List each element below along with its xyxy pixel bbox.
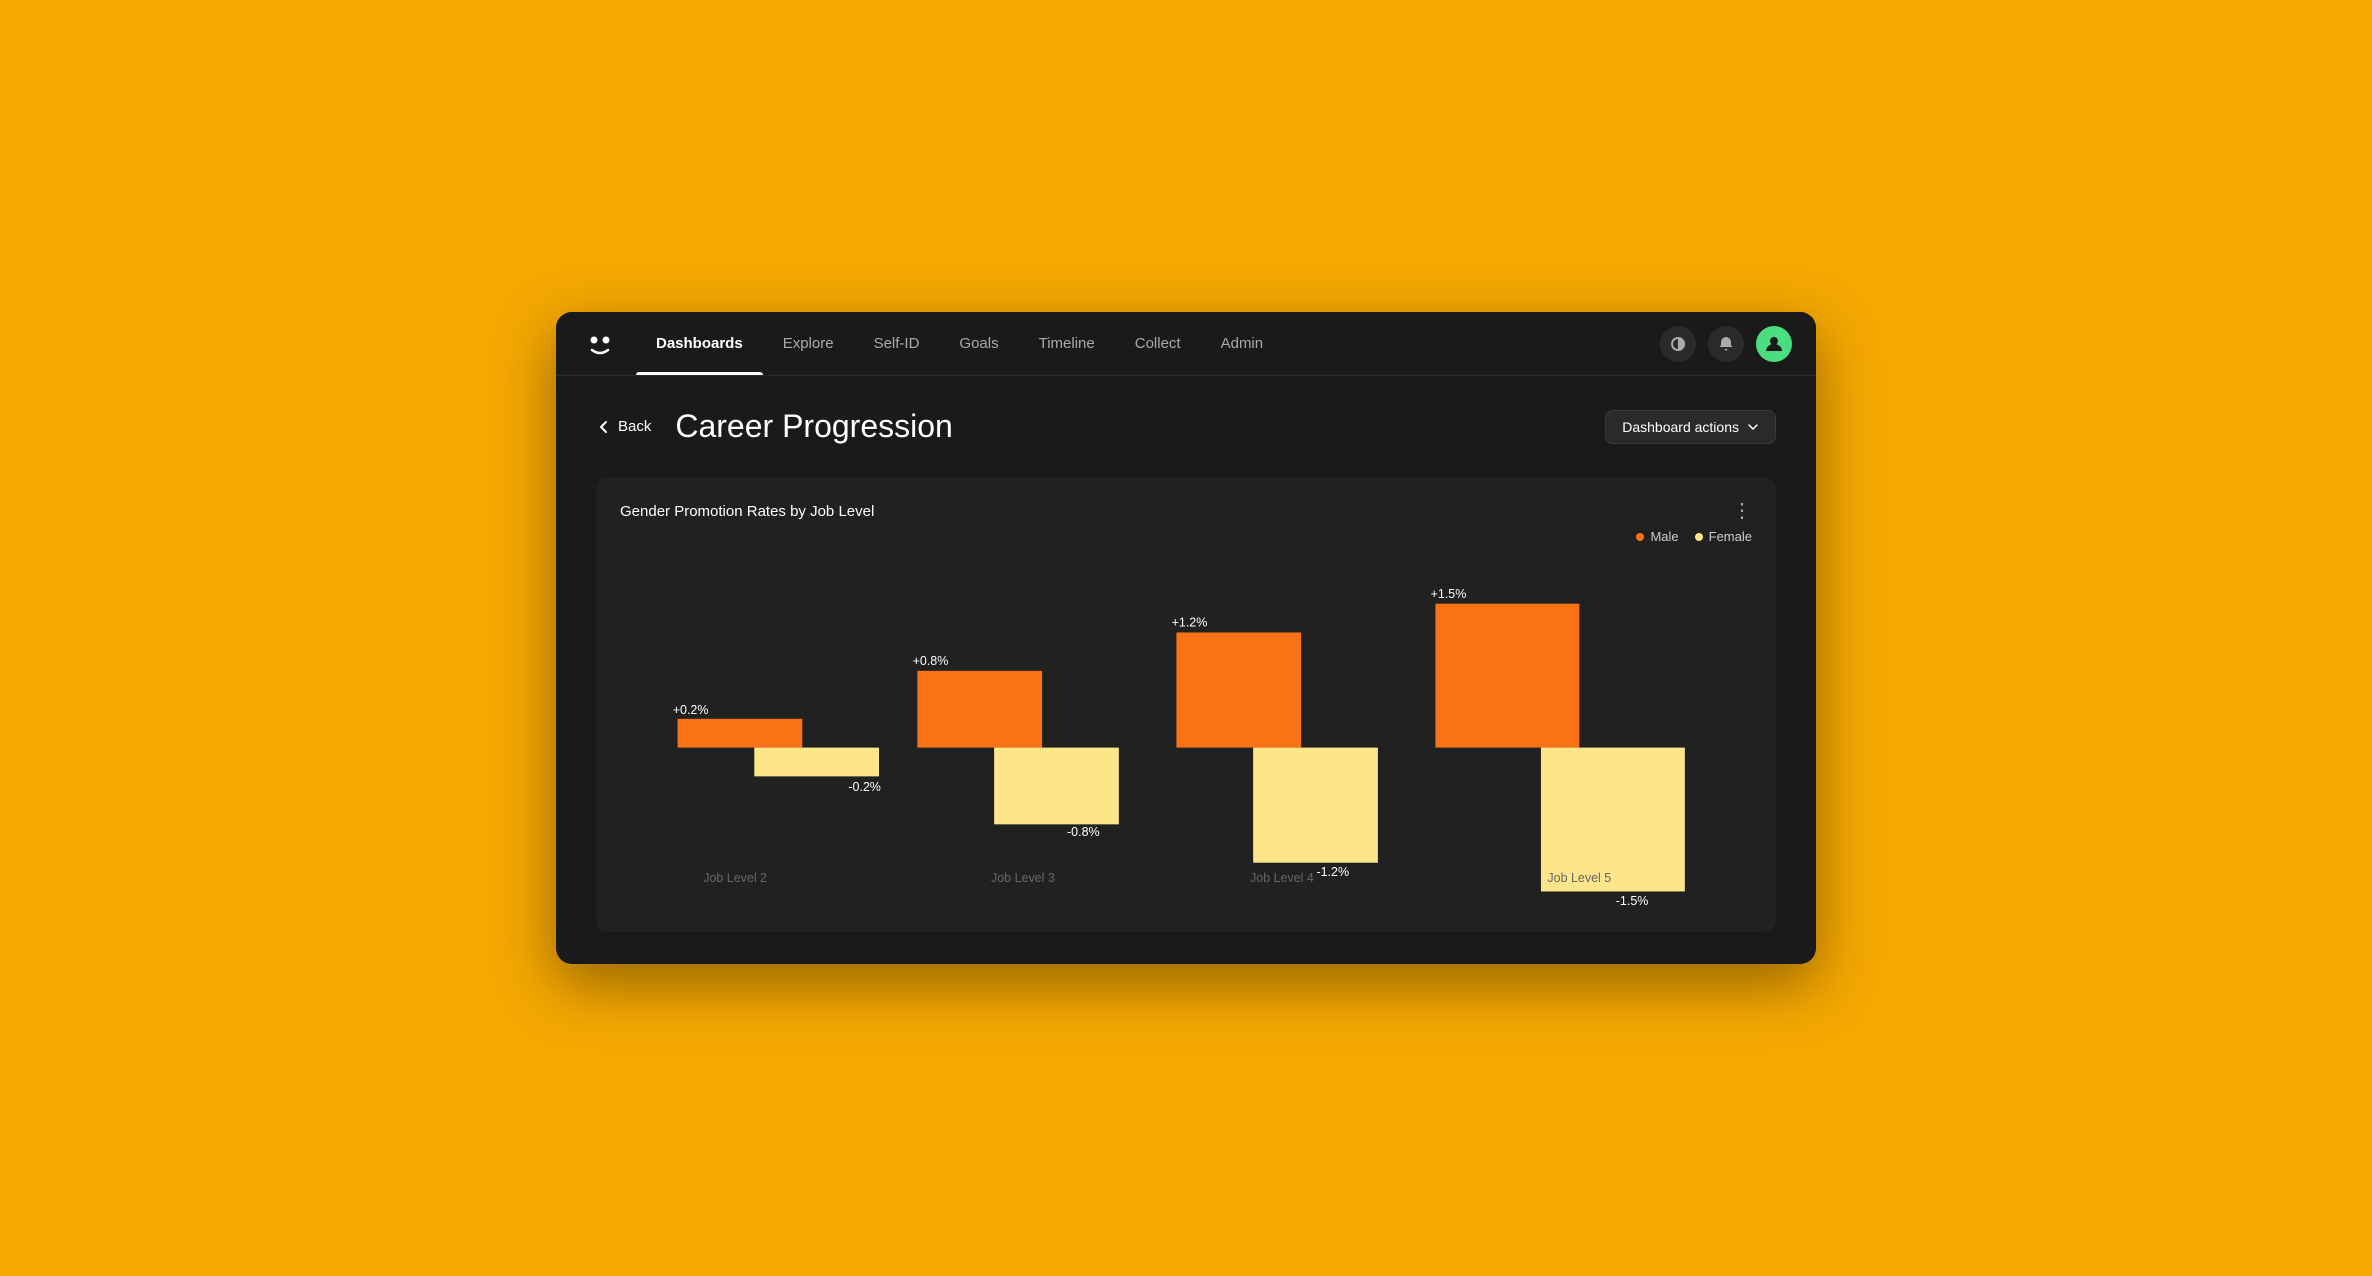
nav-right [1660, 326, 1792, 362]
chart-area: +0.2% -0.2% +0.8% -0.8% +1.2% -1.2% [620, 568, 1752, 908]
dashboard-actions-button[interactable]: Dashboard actions [1605, 410, 1776, 444]
bar-jl2-male [678, 719, 803, 748]
page-title: Career Progression [675, 408, 952, 445]
chart-card: Gender Promotion Rates by Job Level ⋮ Ma… [596, 477, 1776, 932]
page-header-left: Back Career Progression [596, 408, 953, 445]
chart-legend: Male Female [620, 529, 1752, 544]
theme-toggle-button[interactable] [1660, 326, 1696, 362]
chart-header: Gender Promotion Rates by Job Level ⋮ [620, 501, 1752, 521]
xlabel-jl4: Job Level 4 [1250, 871, 1314, 885]
nav-item-selfid[interactable]: Self-ID [854, 312, 940, 375]
bar-jl4-male [1176, 632, 1301, 747]
label-jl4-female: -1.2% [1316, 865, 1349, 879]
bar-jl3-female [994, 748, 1119, 825]
navigation: Dashboards Explore Self-ID Goals Timelin… [556, 312, 1816, 376]
female-dot [1695, 533, 1703, 541]
page-header: Back Career Progression Dashboard action… [596, 408, 1776, 445]
label-jl5-male: +1.5% [1431, 587, 1467, 601]
app-window: Dashboards Explore Self-ID Goals Timelin… [556, 312, 1816, 964]
label-jl2-male: +0.2% [673, 703, 709, 717]
label-jl3-male: +0.8% [913, 654, 949, 668]
notifications-button[interactable] [1708, 326, 1744, 362]
bar-jl3-male [917, 671, 1042, 748]
legend-female: Female [1695, 529, 1752, 544]
back-button[interactable]: Back [596, 418, 651, 435]
xlabel-jl5: Job Level 5 [1547, 871, 1611, 885]
legend-male: Male [1636, 529, 1678, 544]
bar-jl2-female [754, 748, 879, 777]
nav-item-timeline[interactable]: Timeline [1019, 312, 1115, 375]
nav-items: Dashboards Explore Self-ID Goals Timelin… [636, 312, 1660, 375]
nav-item-goals[interactable]: Goals [939, 312, 1018, 375]
label-jl3-female: -0.8% [1067, 825, 1100, 839]
male-dot [1636, 533, 1644, 541]
nav-item-explore[interactable]: Explore [763, 312, 854, 375]
chart-title: Gender Promotion Rates by Job Level [620, 503, 874, 520]
bar-jl4-female [1253, 748, 1378, 863]
label-jl2-female: -0.2% [848, 780, 881, 794]
label-jl5-female: -1.5% [1616, 894, 1649, 908]
bar-jl5-male [1435, 604, 1579, 748]
logo[interactable] [580, 324, 620, 364]
nav-item-dashboards[interactable]: Dashboards [636, 312, 763, 375]
chart-menu-button[interactable]: ⋮ [1732, 501, 1752, 521]
xlabel-jl3: Job Level 3 [991, 871, 1055, 885]
main-content: Back Career Progression Dashboard action… [556, 376, 1816, 964]
xlabel-jl2: Job Level 2 [703, 871, 767, 885]
bar-jl5-female [1541, 748, 1685, 892]
nav-item-admin[interactable]: Admin [1201, 312, 1284, 375]
label-jl4-male: +1.2% [1172, 616, 1208, 630]
nav-item-collect[interactable]: Collect [1115, 312, 1201, 375]
user-avatar[interactable] [1756, 326, 1792, 362]
chart-svg: +0.2% -0.2% +0.8% -0.8% +1.2% -1.2% [620, 568, 1752, 908]
